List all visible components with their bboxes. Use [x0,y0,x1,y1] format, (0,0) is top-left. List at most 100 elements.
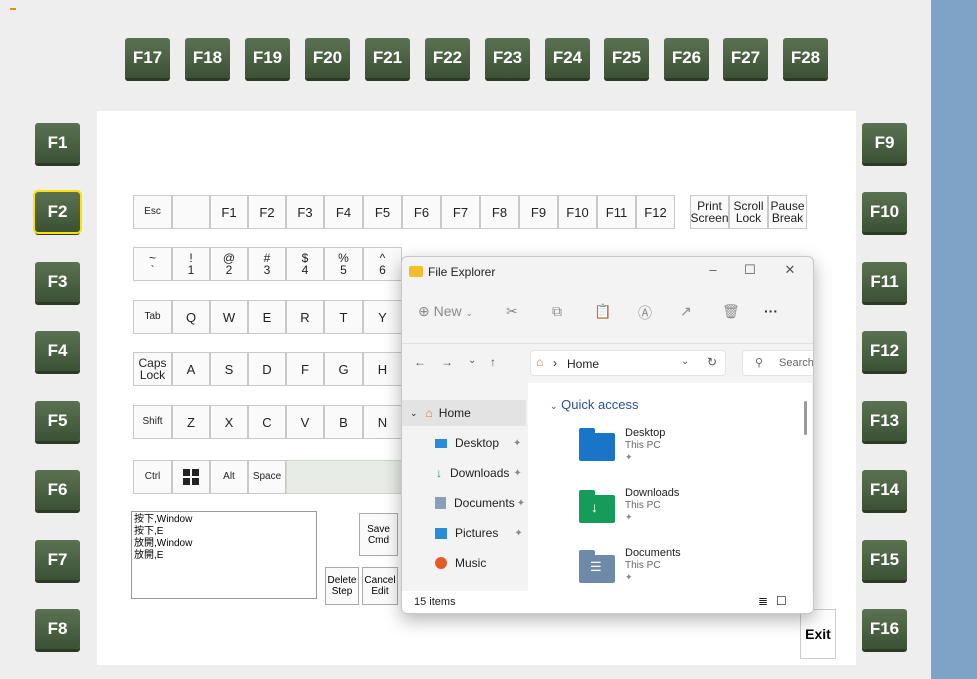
key-t[interactable]: T [324,300,363,334]
key-e[interactable]: E [248,300,286,334]
address-bar[interactable]: ⌂ › Home ⌄ ↻ [530,350,726,376]
cancel-edit-button[interactable]: Cancel Edit [362,567,398,605]
paste-icon[interactable]: 📋 [594,303,611,320]
sidebar-item-documents[interactable]: Documents ✦ [402,490,526,516]
f5-key[interactable]: F5 [35,401,80,441]
tiles-view-icon[interactable]: ☐ [776,594,787,608]
key-x[interactable]: X [210,405,248,439]
sidebar-item-downloads[interactable]: ↓ Downloads ✦ [402,460,526,486]
f12-key[interactable]: F12 [862,331,907,371]
exit-button[interactable]: Exit [800,609,836,659]
f8-key[interactable]: F8 [35,609,80,649]
quick-access-header[interactable]: ⌄ Quick access [550,397,638,412]
key-ctrl[interactable]: Ctrl [133,460,172,494]
delete-step-button[interactable]: Delete Step [325,567,359,605]
command-log[interactable]: 按下,Window 按下,E 放開,Window 放開,E [131,511,317,599]
key-tab[interactable]: Tab [133,300,172,334]
key-2[interactable]: @2 [210,247,248,281]
key-d[interactable]: D [248,352,286,386]
f27-key[interactable]: F27 [723,38,768,78]
copy-icon[interactable]: ⧉ [552,303,562,320]
minimize-button[interactable]: – [698,262,728,282]
key-f11[interactable]: F11 [597,195,636,229]
key-shift[interactable]: Shift [133,405,172,439]
key-tilde[interactable]: ~ ` [133,247,172,281]
key-a[interactable]: A [172,352,210,386]
key-f7[interactable]: F7 [441,195,480,229]
key-esc[interactable]: Esc [133,195,172,229]
key-f3[interactable]: F3 [286,195,324,229]
key-f12[interactable]: F12 [636,195,675,229]
key-y[interactable]: Y [363,300,402,334]
f18-key[interactable]: F18 [185,38,230,78]
f13-key[interactable]: F13 [862,401,907,441]
key-caps-lock[interactable]: Caps Lock [133,352,172,386]
key-print-screen[interactable]: Print Screen [690,195,729,229]
key-space[interactable] [286,460,402,494]
f15-key[interactable]: F15 [862,540,907,580]
recent-chevron-icon[interactable]: ⌄ [468,355,476,366]
f23-key[interactable]: F23 [485,38,530,78]
quick-access-item-desktop[interactable]: Desktop This PC ✦ [568,423,768,471]
key-6[interactable]: ^ 6 [363,247,402,281]
cut-icon[interactable]: ✂ [506,303,518,320]
forward-arrow-icon[interactable]: → [441,355,453,369]
key-f8[interactable]: F8 [480,195,519,229]
rename-icon[interactable]: Ⓐ [638,303,652,323]
f9-key[interactable]: F9 [862,123,907,163]
save-cmd-button[interactable]: Save Cmd [359,513,398,556]
key-f6[interactable]: F6 [402,195,441,229]
key-s[interactable]: S [210,352,248,386]
f2-key[interactable]: F2 [33,190,82,234]
f19-key[interactable]: F19 [245,38,290,78]
back-arrow-icon[interactable]: ← [414,355,426,369]
search-box[interactable]: ⚲ Search [742,350,813,376]
f14-key[interactable]: F14 [862,470,907,510]
f11-key[interactable]: F11 [862,262,907,302]
f28-key[interactable]: F28 [783,38,828,78]
more-button[interactable]: ··· [764,303,778,319]
delete-icon[interactable]: 🗑 [722,303,740,320]
f21-key[interactable]: F21 [365,38,410,78]
quick-access-item-downloads[interactable]: ↓ Downloads This PC ✦ [568,483,768,531]
key-space-label[interactable]: Space [248,460,286,494]
f22-key[interactable]: F22 [425,38,470,78]
key-3[interactable]: #3 [248,247,286,281]
key-5[interactable]: % 5 [324,247,363,281]
key-pause-break[interactable]: Pause Break [768,195,807,229]
key-f9[interactable]: F9 [519,195,558,229]
sidebar-item-home[interactable]: ⌄ ⌂ Home [402,400,526,426]
key-h[interactable]: H [363,352,402,386]
key-4[interactable]: $4 [286,247,324,281]
key-windows[interactable] [172,460,210,494]
key-f1[interactable]: F1 [210,195,248,229]
f20-key[interactable]: F20 [305,38,350,78]
key-r[interactable]: R [286,300,324,334]
f24-key[interactable]: F24 [545,38,590,78]
f10-key[interactable]: F10 [862,192,907,232]
key-f4[interactable]: F4 [324,195,363,229]
new-button[interactable]: ⊕ New ⌄ [418,303,473,320]
content-scrollbar[interactable] [804,401,807,435]
sidebar-item-pictures[interactable]: Pictures ✦ [402,520,526,546]
key-scroll-lock[interactable]: Scroll Lock [729,195,768,229]
key-w[interactable]: W [210,300,248,334]
key-g[interactable]: G [324,352,363,386]
key-f10[interactable]: F10 [558,195,597,229]
key-blank[interactable] [172,195,210,229]
key-q[interactable]: Q [172,300,210,334]
f25-key[interactable]: F25 [604,38,649,78]
f4-key[interactable]: F4 [35,331,80,371]
f16-key[interactable]: F16 [862,609,907,649]
key-z[interactable]: Z [172,405,210,439]
key-v[interactable]: V [286,405,324,439]
key-f2[interactable]: F2 [248,195,286,229]
f17-key[interactable]: F17 [125,38,170,78]
key-f5[interactable]: F5 [363,195,402,229]
f1-key[interactable]: F1 [35,123,80,163]
f6-key[interactable]: F6 [35,470,80,510]
key-n[interactable]: N [363,405,402,439]
sidebar-item-music[interactable]: Music [402,550,526,576]
f3-key[interactable]: F3 [35,262,80,302]
key-1[interactable]: ! 1 [172,247,210,281]
